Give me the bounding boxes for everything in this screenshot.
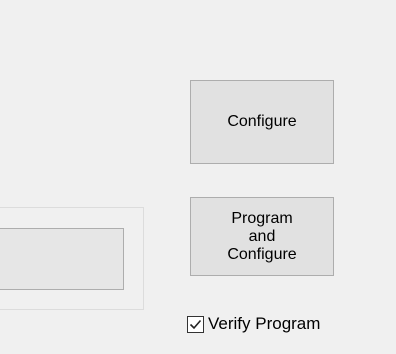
verify-program-checkbox-row[interactable]: Verify Program (187, 313, 320, 335)
program-and-configure-button[interactable]: Program and Configure (190, 197, 334, 276)
verify-program-checkbox[interactable] (187, 315, 204, 333)
empty-button[interactable] (0, 228, 124, 290)
configure-button[interactable]: Configure (190, 80, 334, 164)
check-icon (189, 319, 202, 329)
verify-program-label: Verify Program (208, 314, 321, 333)
